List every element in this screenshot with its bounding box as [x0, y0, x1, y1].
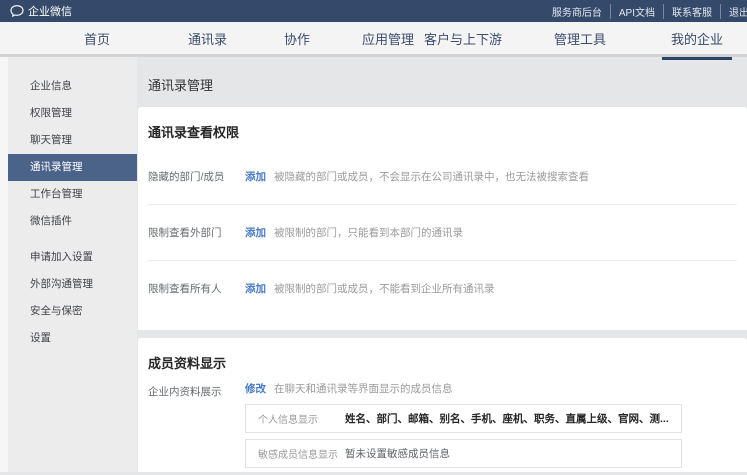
- box-value: 姓名、部门、邮箱、别名、手机、座机、职务、直属上级、官网、测...: [345, 411, 669, 426]
- link-logout[interactable]: 退出: [721, 4, 747, 19]
- tab-admin-tools[interactable]: 管理工具: [554, 22, 606, 57]
- main-content: 通讯录管理 通讯录查看权限 隐藏的部门/成员 添加 被隐藏的部门或成员，不会显示…: [137, 57, 747, 472]
- row-internal-profile: 企业内资料展示 修改在聊天和通讯录等界面显示的成员信息 个人信息显示 姓名、部门…: [148, 383, 737, 472]
- page-title: 通讯录管理: [148, 75, 747, 94]
- sidebar-item-company-info[interactable]: 企业信息: [0, 73, 137, 100]
- tab-home[interactable]: 首页: [84, 22, 110, 57]
- box-label: 敏感成员信息显示: [258, 446, 345, 461]
- link-provider-console[interactable]: 服务商后台: [544, 4, 611, 19]
- settings-sidebar: 企业信息 权限管理 聊天管理 通讯录管理 工作台管理 微信插件 申请加入设置 外…: [0, 57, 137, 472]
- row-description: 被隐藏的部门或成员，不会显示在公司通讯录中，也无法被搜索查看: [274, 169, 589, 184]
- app-logo-text: 企业微信: [28, 3, 72, 19]
- row-description: 被限制的部门或成员，不能看到企业所有通讯录: [274, 281, 495, 296]
- sidebar-item-external-comm[interactable]: 外部沟通管理: [0, 271, 137, 298]
- topbar-links: 服务商后台 API文档 联系客服 退出: [544, 4, 747, 19]
- member-profile-heading: 成员资料显示: [148, 353, 737, 372]
- box-label: 个人信息显示: [258, 411, 345, 426]
- add-restrict-dept-button[interactable]: 添加: [245, 225, 266, 240]
- row-label: 隐藏的部门/成员: [148, 169, 245, 184]
- add-hidden-button[interactable]: 添加: [245, 169, 266, 184]
- sidebar-item-security[interactable]: 安全与保密: [0, 298, 137, 325]
- link-api-docs[interactable]: API文档: [611, 4, 664, 19]
- sidebar-item-join-settings[interactable]: 申请加入设置: [0, 244, 137, 271]
- sensitive-info-display-box: 敏感成员信息显示 暂未设置敏感成员信息: [245, 439, 682, 468]
- tab-collaboration[interactable]: 协作: [284, 22, 310, 57]
- main-nav: 首页 通讯录 协作 应用管理 客户与上下游 管理工具 我的企业: [0, 22, 747, 57]
- sidebar-item-permissions[interactable]: 权限管理: [0, 100, 137, 127]
- row-restrict-everyone: 限制查看所有人 添加 被限制的部门或成员，不能看到企业所有通讯录: [148, 260, 737, 316]
- wechat-work-logo-icon: [10, 5, 24, 17]
- row-label: 企业内资料展示: [148, 383, 245, 472]
- sidebar-item-chat-mgmt[interactable]: 聊天管理: [0, 127, 137, 154]
- row-restrict-other-departments: 限制查看外部门 添加 被限制的部门，只能看到本部门的通讯录: [148, 204, 737, 260]
- link-contact-support[interactable]: 联系客服: [664, 4, 721, 19]
- view-permissions-heading: 通讯录查看权限: [148, 122, 737, 141]
- row-description: 在聊天和通讯录等界面显示的成员信息: [274, 383, 453, 395]
- add-restrict-all-button[interactable]: 添加: [245, 281, 266, 296]
- row-description: 被限制的部门，只能看到本部门的通讯录: [274, 225, 463, 240]
- sidebar-item-workbench[interactable]: 工作台管理: [0, 181, 137, 208]
- tab-apps[interactable]: 应用管理: [362, 22, 414, 57]
- row-label: 限制查看外部门: [148, 225, 245, 240]
- row-label: 限制查看所有人: [148, 281, 245, 296]
- tab-my-company[interactable]: 我的企业: [671, 22, 723, 57]
- box-value: 暂未设置敏感成员信息: [345, 446, 450, 461]
- row-hidden-departments: 隐藏的部门/成员 添加 被隐藏的部门或成员，不会显示在公司通讯录中，也无法被搜索…: [148, 149, 737, 204]
- modify-profile-button[interactable]: 修改: [245, 383, 266, 395]
- sidebar-item-contacts-mgmt[interactable]: 通讯录管理: [8, 154, 137, 181]
- view-permissions-card: 通讯录查看权限 隐藏的部门/成员 添加 被隐藏的部门或成员，不会显示在公司通讯录…: [138, 107, 747, 330]
- sidebar-item-wechat-plugin[interactable]: 微信插件: [0, 208, 137, 235]
- tab-customers[interactable]: 客户与上下游: [424, 22, 502, 57]
- personal-info-display-box: 个人信息显示 姓名、部门、邮箱、别名、手机、座机、职务、直属上级、官网、测...: [245, 404, 682, 433]
- top-bar: 企业微信 服务商后台 API文档 联系客服 退出: [0, 0, 747, 22]
- member-profile-card: 成员资料显示 企业内资料展示 修改在聊天和通讯录等界面显示的成员信息 个人信息显…: [138, 338, 747, 472]
- tab-contacts[interactable]: 通讯录: [188, 22, 227, 57]
- sidebar-item-settings[interactable]: 设置: [0, 325, 137, 352]
- app-logo: 企业微信: [10, 3, 72, 19]
